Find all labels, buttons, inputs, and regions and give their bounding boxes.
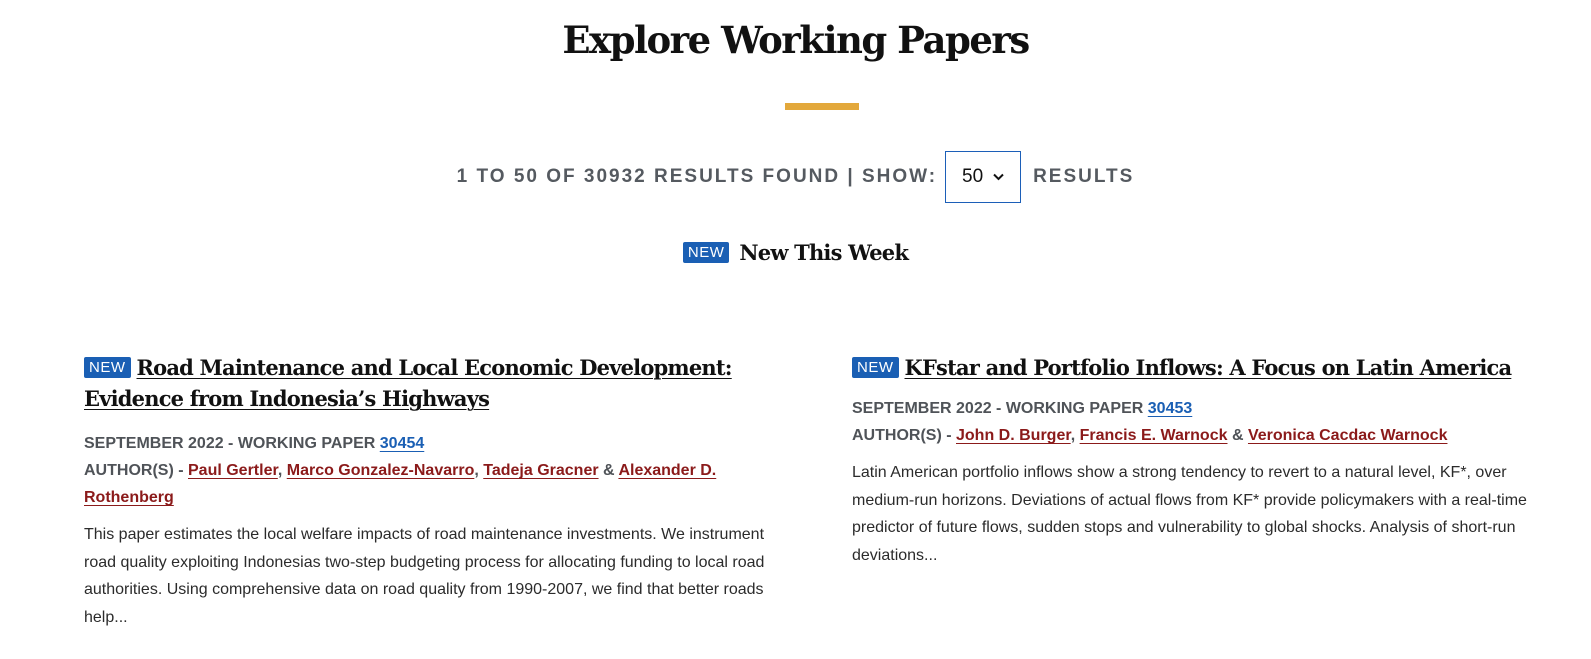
new-this-week-label: New This Week <box>739 240 909 265</box>
author-link[interactable]: John D. Burger <box>956 427 1071 444</box>
per-page-select[interactable]: 50 <box>945 151 1022 203</box>
paper-date-type: SEPTEMBER 2022 - WORKING PAPER <box>84 435 376 452</box>
paper-title: NEW KFstar and Portfolio Inflows: A Focus… <box>852 352 1557 383</box>
paper-date-line: SEPTEMBER 2022 - WORKING PAPER 30454 <box>84 430 796 457</box>
author-separator: , <box>1070 427 1076 444</box>
title-accent-rule <box>785 103 859 110</box>
author-link[interactable]: Tadeja Gracner <box>483 462 598 479</box>
authors-prefix: AUTHOR(S) - <box>852 427 952 444</box>
paper-title: NEW Road Maintenance and Local Economic D… <box>84 352 796 414</box>
paper-authors: AUTHOR(S) - Paul Gertler, Marco Gonzalez… <box>84 457 796 511</box>
paper-number-link[interactable]: 30454 <box>380 435 425 452</box>
paper-meta: SEPTEMBER 2022 - WORKING PAPER 30453 AUT… <box>852 395 1557 449</box>
paper-card: NEW KFstar and Portfolio Inflows: A Focus… <box>852 352 1557 585</box>
author-link[interactable]: Veronica Cacdac Warnock <box>1248 427 1448 444</box>
new-badge: NEW <box>682 242 730 263</box>
paper-date-line: SEPTEMBER 2022 - WORKING PAPER 30453 <box>852 395 1557 422</box>
author-link[interactable]: Paul Gertler <box>188 462 278 479</box>
paper-date-type: SEPTEMBER 2022 - WORKING PAPER <box>852 400 1144 417</box>
authors-prefix: AUTHOR(S) - <box>84 462 184 479</box>
author-separator: & <box>603 462 615 479</box>
paper-abstract: This paper estimates the local welfare i… <box>84 526 765 626</box>
new-badge: NEW <box>84 357 131 378</box>
page-title: Explore Working Papers <box>562 18 1030 62</box>
author-link[interactable]: Francis E. Warnock <box>1080 427 1228 444</box>
results-count: 1 TO 50 OF 30932 RESULTS FOUND | SHOW: <box>456 166 938 187</box>
paper-authors: AUTHOR(S) - John D. Burger, Francis E. W… <box>852 422 1557 449</box>
new-badge: NEW <box>852 357 899 378</box>
paper-number-link[interactable]: 30453 <box>1148 400 1193 417</box>
results-bar: 1 TO 50 OF 30932 RESULTS FOUND | SHOW: 5… <box>0 150 1591 204</box>
new-this-week-heading: NEW New This Week <box>0 240 1591 265</box>
paper-title-link[interactable]: KFstar and Portfolio Inflows: A Focus on… <box>905 355 1513 380</box>
paper-card: NEW Road Maintenance and Local Economic D… <box>84 352 796 647</box>
author-separator: , <box>277 462 283 479</box>
chevron-down-icon <box>993 170 1004 184</box>
paper-title-link[interactable]: Road Maintenance and Local Economic Deve… <box>84 355 733 411</box>
author-separator: & <box>1231 427 1244 444</box>
paper-abstract: Latin American portfolio inflows show a … <box>852 464 1527 564</box>
results-suffix: RESULTS <box>1033 166 1135 187</box>
author-separator: , <box>474 462 479 479</box>
author-link[interactable]: Marco Gonzalez-Navarro <box>287 462 475 479</box>
paper-meta: SEPTEMBER 2022 - WORKING PAPER 30454 AUT… <box>84 430 796 511</box>
per-page-value: 50 <box>962 166 984 187</box>
